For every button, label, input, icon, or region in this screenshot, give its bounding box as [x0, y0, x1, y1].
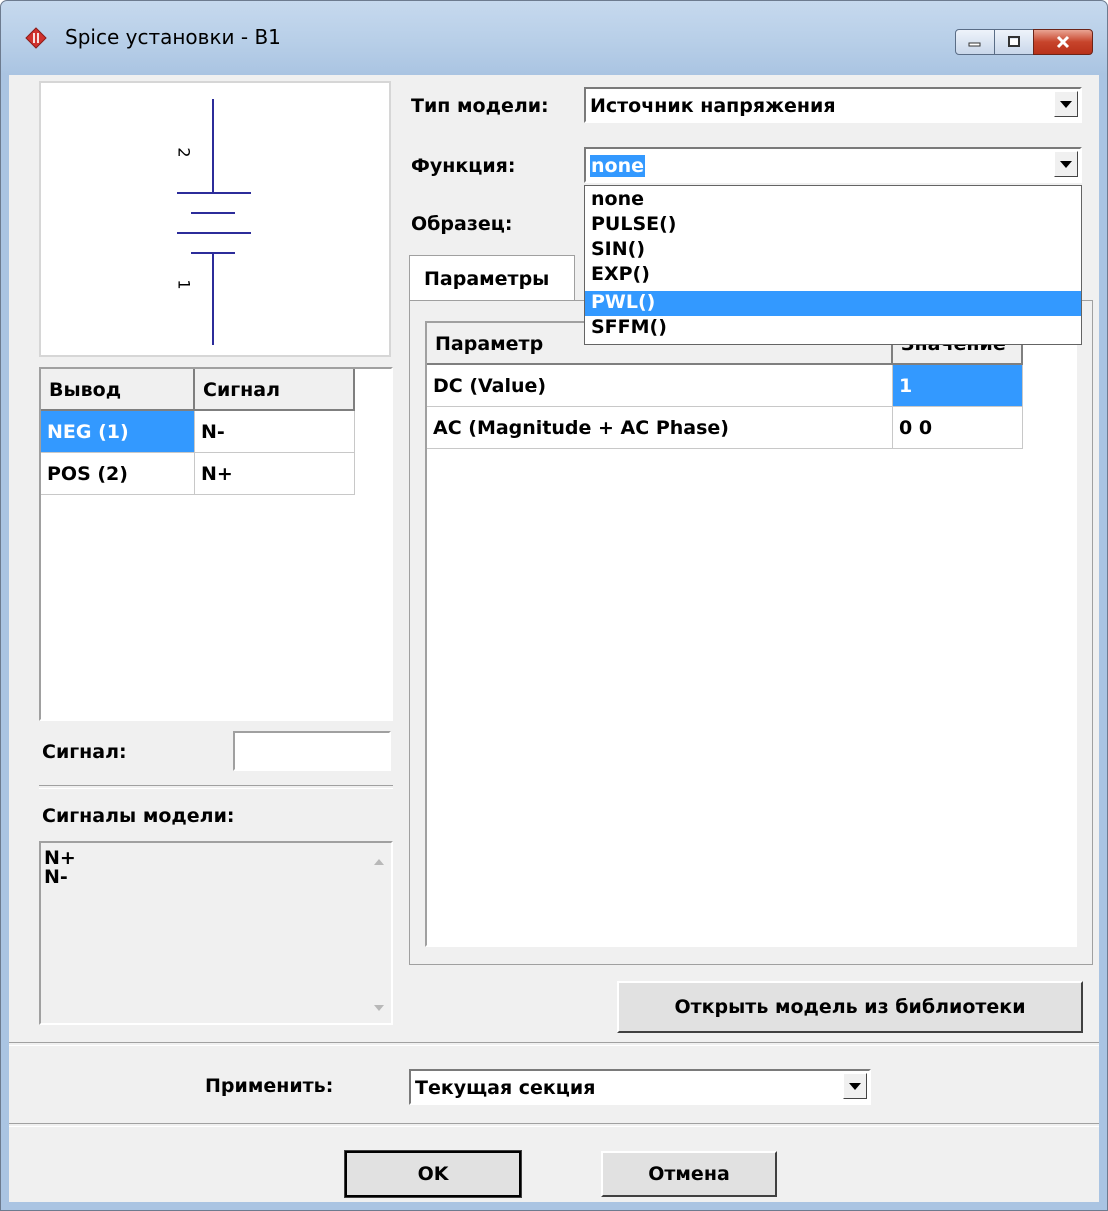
parameters-table[interactable]: Параметр Значение DC (Value) 1 AC (Magni… [425, 321, 1077, 947]
app-logo-icon [25, 27, 47, 49]
function-select[interactable]: none [584, 147, 1082, 183]
function-label: Функция: [411, 155, 516, 177]
apply-value: Текущая секция [415, 1077, 596, 1099]
vertical-scrollbar[interactable] [367, 843, 391, 1023]
model-signals-list[interactable]: N+ N- [39, 841, 393, 1025]
maximize-icon [1008, 36, 1020, 47]
close-icon [1056, 35, 1070, 49]
scroll-up-icon[interactable] [372, 857, 386, 867]
dropdown-option[interactable]: SFFM() [585, 316, 1081, 341]
dropdown-option[interactable]: EXP() [585, 263, 1081, 288]
column-header-signal[interactable]: Сигнал [195, 369, 355, 411]
minimize-icon [968, 42, 981, 47]
separator [39, 785, 393, 789]
chevron-down-icon [1060, 160, 1072, 168]
signal-label: Сигнал: [42, 741, 127, 763]
apply-label: Применить: [205, 1075, 334, 1097]
separator [9, 1042, 1099, 1046]
parameter-name-cell[interactable]: DC (Value) [427, 365, 893, 407]
signal-cell[interactable]: N- [195, 411, 355, 453]
dropdown-button[interactable] [843, 1073, 867, 1099]
title-bar[interactable]: Spice установки - B1 [1, 1, 1107, 75]
parameter-value-cell[interactable]: 0 0 [893, 407, 1023, 449]
dialog-client-area: 2 1 Вывод Сигнал NEG (1) N- POS (2) N+ С… [9, 75, 1099, 1202]
function-dropdown-list[interactable]: none PULSE() SIN() EXP() PWL() SFFM() [584, 185, 1082, 345]
dropdown-option-highlighted[interactable]: PWL() [585, 291, 1081, 316]
schematic-preview: 2 1 [39, 81, 391, 357]
function-value: none [590, 155, 645, 177]
open-library-button[interactable]: Открыть модель из библиотеки [617, 981, 1083, 1033]
parameter-value-cell[interactable]: 1 [893, 365, 1023, 407]
tab-parameters[interactable]: Параметры [409, 255, 575, 301]
model-type-select[interactable]: Источник напряжения [584, 87, 1082, 123]
pin-cell[interactable]: POS (2) [41, 453, 195, 495]
column-header-pin[interactable]: Вывод [41, 369, 195, 411]
ok-button[interactable]: OK [344, 1150, 522, 1198]
model-type-value: Источник напряжения [590, 95, 836, 117]
cancel-button[interactable]: Отмена [601, 1151, 777, 1197]
pin-number-bottom: 1 [174, 279, 194, 290]
window-title: Spice установки - B1 [65, 25, 281, 49]
scroll-down-icon[interactable] [372, 1003, 386, 1013]
chevron-down-icon [1060, 100, 1072, 108]
dropdown-option[interactable]: SIN() [585, 238, 1081, 263]
model-type-label: Тип модели: [411, 95, 549, 117]
separator [9, 1123, 1099, 1127]
dropdown-option[interactable]: none [585, 188, 1081, 213]
chevron-down-icon [849, 1082, 861, 1090]
dialog-window: Spice установки - B1 2 1 Вывод Сигнал NE… [0, 0, 1108, 1211]
close-button[interactable] [1033, 29, 1093, 55]
signal-input[interactable] [233, 731, 391, 771]
pin-cell[interactable]: NEG (1) [41, 411, 195, 453]
maximize-button[interactable] [994, 29, 1034, 55]
pins-table[interactable]: Вывод Сигнал NEG (1) N- POS (2) N+ [39, 367, 393, 721]
dropdown-button[interactable] [1054, 91, 1078, 117]
minimize-button[interactable] [955, 29, 995, 55]
signal-cell[interactable]: N+ [195, 453, 355, 495]
list-item[interactable]: N- [44, 868, 68, 887]
pin-number-top: 2 [174, 147, 194, 158]
model-signals-label: Сигналы модели: [42, 805, 235, 827]
dropdown-button[interactable] [1054, 151, 1078, 177]
sample-label: Образец: [411, 213, 513, 235]
parameter-name-cell[interactable]: AC (Magnitude + AC Phase) [427, 407, 893, 449]
apply-select[interactable]: Текущая секция [409, 1069, 871, 1105]
dropdown-option[interactable]: PULSE() [585, 213, 1081, 238]
